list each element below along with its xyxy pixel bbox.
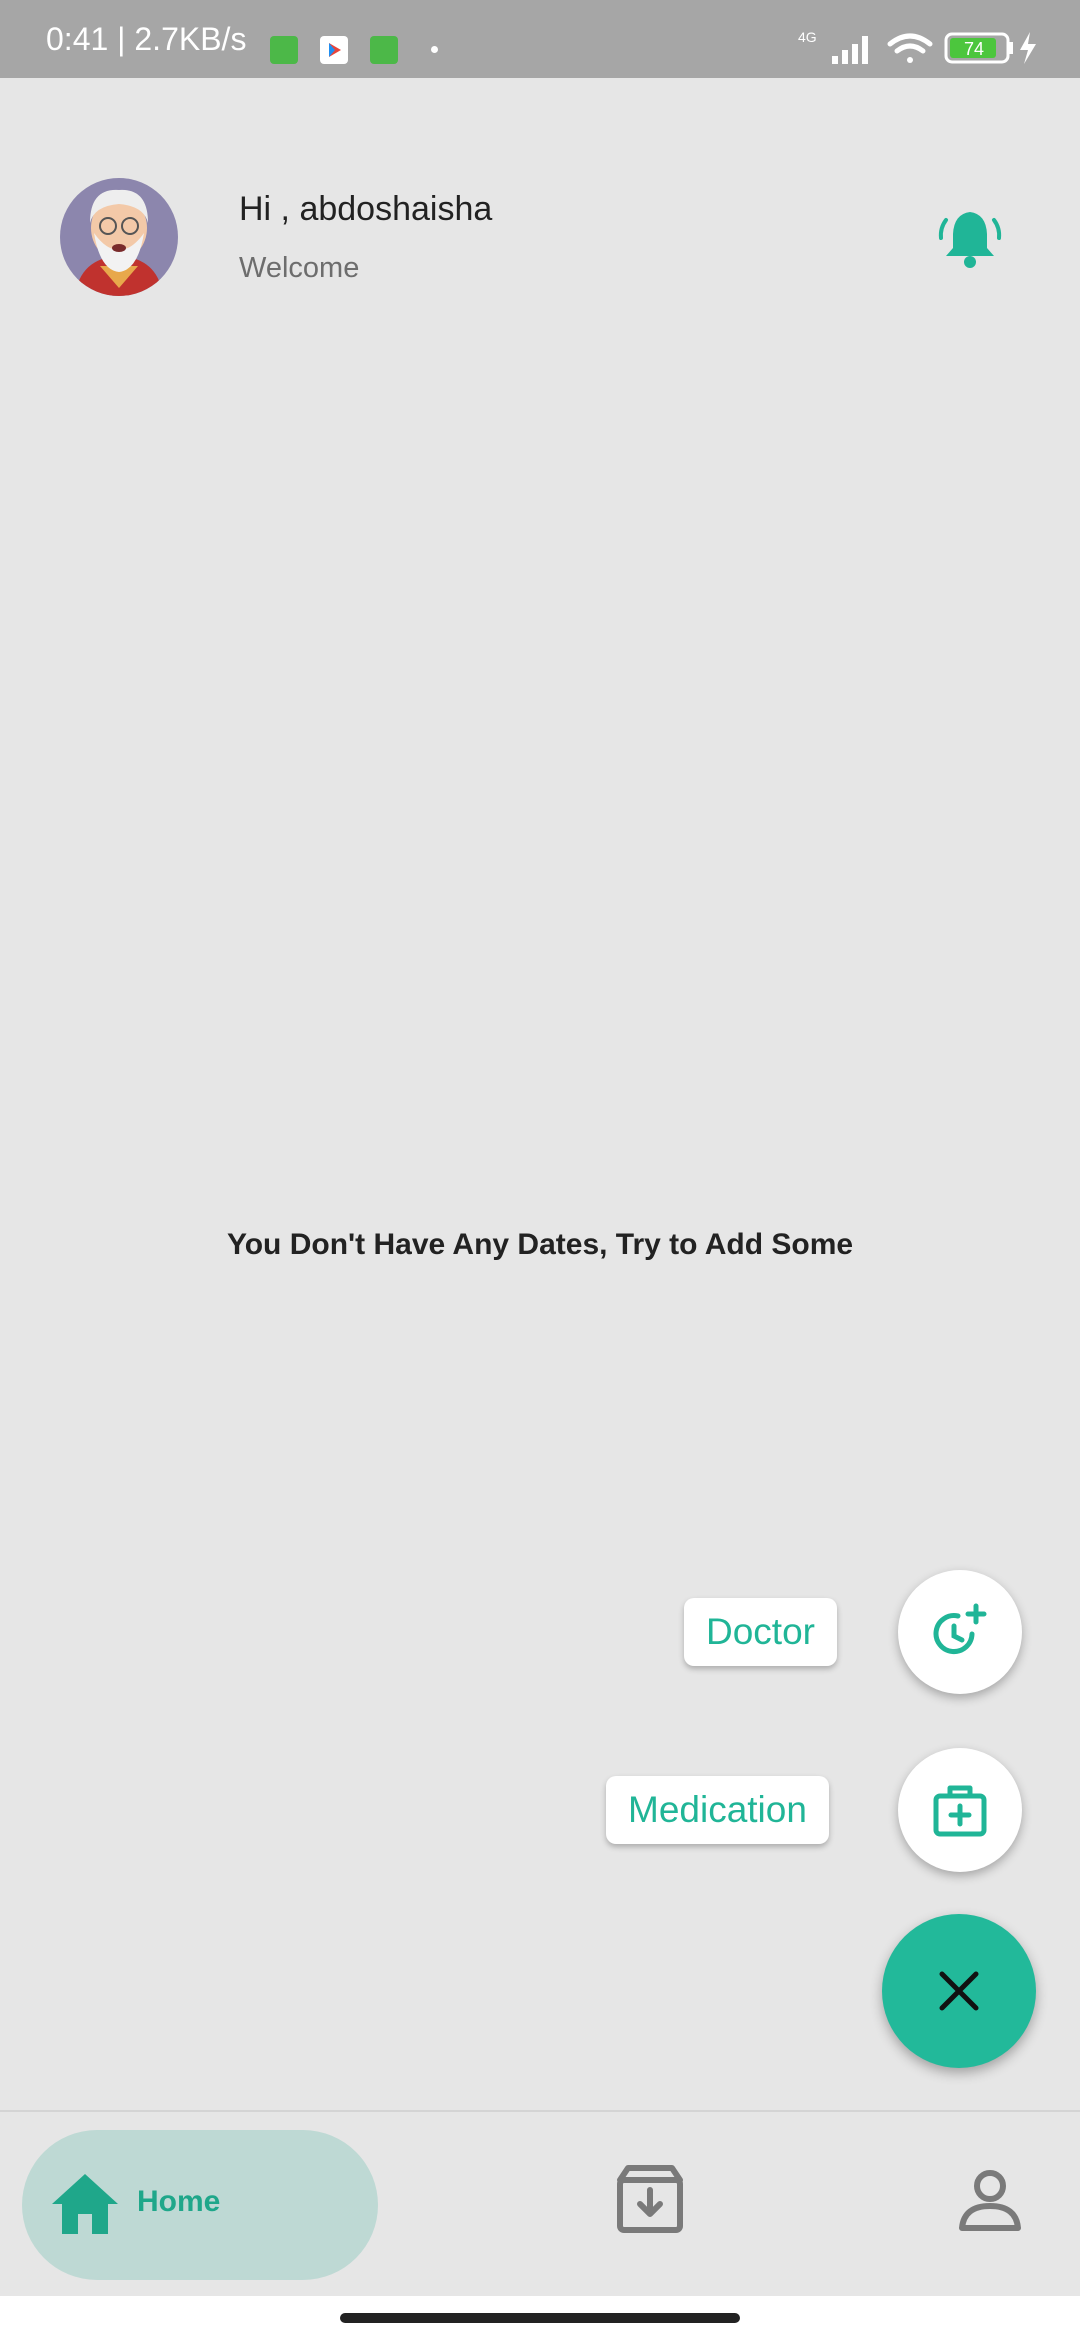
nav-home-label: Home (137, 2185, 221, 2218)
add-medication-button[interactable] (898, 1748, 1022, 1872)
more-notifications-dot (431, 46, 438, 53)
status-indicators: 4G 74 (798, 28, 1058, 68)
person-icon (959, 2170, 1021, 2231)
gesture-area (0, 2296, 1080, 2340)
doctor-label[interactable]: Doctor (684, 1598, 837, 1666)
play-store-icon (320, 36, 348, 64)
close-icon (939, 1971, 979, 2011)
empty-state-message: You Don't Have Any Dates, Try to Add Som… (226, 1228, 854, 1261)
charging-icon (1020, 32, 1036, 64)
battery-level: 74 (964, 39, 984, 59)
notification-app-icon (270, 36, 298, 64)
wifi-icon (887, 33, 933, 63)
archive-icon (617, 2165, 683, 2233)
add-doctor-button[interactable] (898, 1570, 1022, 1694)
bell-ring-icon (938, 212, 1002, 268)
close-speed-dial-button[interactable] (882, 1914, 1036, 2068)
home-gesture-bar[interactable] (340, 2313, 740, 2323)
home-icon (52, 2174, 118, 2234)
status-bar: 0:41 | 2.7KB/s 4G 74 (0, 0, 1080, 78)
nav-home-tab[interactable]: Home (22, 2130, 378, 2280)
nav-archive-tab[interactable] (610, 2160, 690, 2240)
notification-app-icon (370, 36, 398, 64)
medication-label[interactable]: Medication (606, 1776, 829, 1844)
clock-plus-icon (933, 1603, 987, 1655)
status-time: 0:41 | 2.7KB/s (46, 21, 247, 57)
greeting-text: Hi , abdoshaisha (239, 190, 493, 228)
welcome-subtitle: Welcome (239, 252, 360, 284)
network-type: 4G (798, 29, 817, 45)
avatar[interactable] (60, 178, 178, 296)
medical-kit-icon (933, 1785, 987, 1837)
nav-profile-tab[interactable] (950, 2162, 1030, 2242)
bottom-navigation: Home (0, 2110, 1080, 2298)
notifications-button[interactable] (930, 200, 1010, 280)
